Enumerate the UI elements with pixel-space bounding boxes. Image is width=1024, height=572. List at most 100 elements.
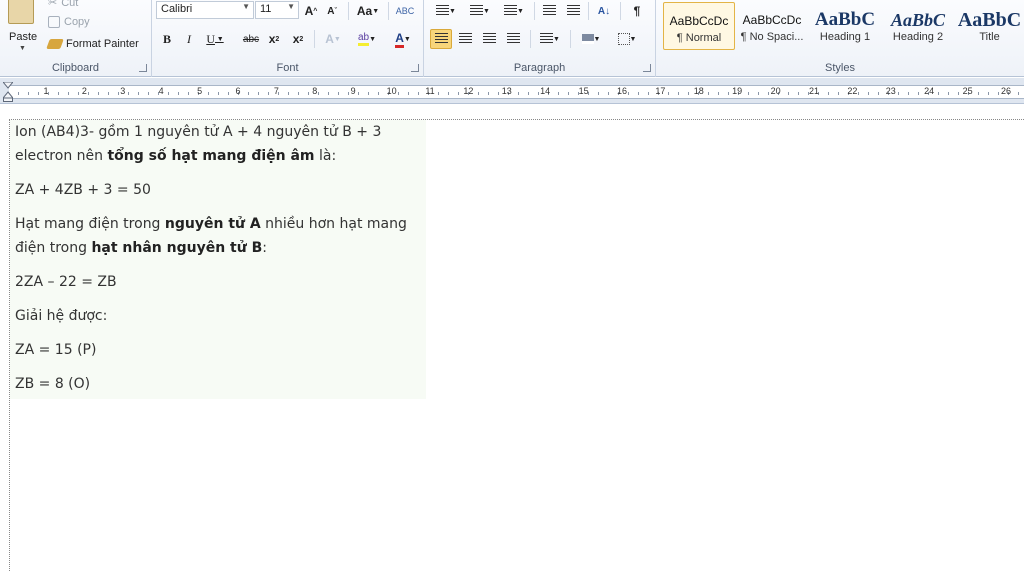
paragraph-launcher-icon[interactable] <box>643 64 651 72</box>
ruler-number: 12 <box>463 86 474 96</box>
paste-dropdown-icon[interactable]: ▼ <box>19 45 26 52</box>
font-launcher-icon[interactable] <box>411 64 419 72</box>
increase-indent-icon[interactable] <box>564 1 582 21</box>
cut-button[interactable]: ✂ Cut <box>48 0 78 9</box>
ruler-number: 24 <box>924 86 935 96</box>
align-right-icon[interactable] <box>478 29 500 49</box>
paste-button[interactable]: Paste <box>9 31 37 43</box>
ruler-number: 13 <box>501 86 512 96</box>
font-color-button[interactable]: A ▼ <box>388 29 418 49</box>
paragraph-6[interactable]: ZA = 15 (P) <box>15 338 421 362</box>
pilcrow-icon[interactable]: ¶ <box>628 1 646 21</box>
bullets-icon[interactable]: ▼ <box>432 1 460 21</box>
ruler-number: 23 <box>885 86 896 96</box>
ribbon: Paste ▼ ✂ Cut Copy Format Painter Clipbo… <box>0 0 1024 77</box>
change-case-button[interactable]: Aa ▼ <box>354 1 382 21</box>
line-spacing-icon[interactable]: ▼ <box>536 29 564 49</box>
style-preview: AaBbCcDc <box>742 13 802 27</box>
font-size-select[interactable]: 11 ▼ <box>255 1 299 19</box>
paragraph-7[interactable]: ZB = 8 (O) <box>15 372 421 396</box>
borders-icon[interactable]: ▼ <box>612 29 642 49</box>
strikethrough-icon[interactable]: abc <box>240 29 262 49</box>
ruler-number: 10 <box>386 86 397 96</box>
justify-icon[interactable] <box>502 29 524 49</box>
paragraph-5[interactable]: Giải hệ được: <box>15 304 421 328</box>
ruler-number: 9 <box>350 86 356 96</box>
font-family-select[interactable]: Calibri ▼ <box>156 1 254 19</box>
copy-button[interactable]: Copy <box>48 16 90 28</box>
ruler-number: 3 <box>120 86 126 96</box>
clipboard-group: Paste ▼ ✂ Cut Copy Format Painter Clipbo… <box>0 0 152 77</box>
indent-marker-icon[interactable] <box>3 82 13 102</box>
clipboard-group-label: Clipboard <box>51 62 100 74</box>
ruler-number: 18 <box>693 86 704 96</box>
style-normal[interactable]: AaBbCcDc ¶ Normal <box>663 2 735 50</box>
style-preview: AaBbC <box>814 9 876 30</box>
align-center-icon[interactable] <box>454 29 476 49</box>
styles-group-label: Styles <box>825 62 855 74</box>
ruler-number: 1 <box>43 86 49 96</box>
horizontal-ruler[interactable]: 1 2 3 4 5 6 7 8 9 10 11 12 13 14 15 16 17 18 19 20 21 22 23 24 2… <box>0 78 1024 104</box>
text-effects-icon[interactable]: A ▼ <box>320 29 346 49</box>
style-title[interactable]: AaBbC Title <box>955 2 1024 50</box>
chevron-down-icon: ▼ <box>287 2 295 11</box>
ruler-number: 15 <box>578 86 589 96</box>
style-heading-2[interactable]: AaBbC Heading 2 <box>882 2 954 50</box>
shrink-font-icon[interactable]: Aˇ <box>323 1 341 21</box>
style-preview: AaBbC <box>890 10 946 30</box>
ruler-number: 19 <box>732 86 743 96</box>
sort-icon[interactable]: A↓ <box>594 1 614 21</box>
clear-formatting-icon[interactable]: ABC <box>395 1 415 21</box>
bold-icon[interactable]: B <box>158 29 176 49</box>
chevron-down-icon: ▼ <box>242 2 250 11</box>
shading-icon[interactable]: ▼ <box>576 29 606 49</box>
italic-icon[interactable]: I <box>180 29 198 49</box>
format-painter-button[interactable]: Format Painter <box>46 38 139 50</box>
copy-icon <box>48 16 60 28</box>
numbering-icon[interactable]: ▼ <box>466 1 494 21</box>
paragraph-group-label: Paragraph <box>513 62 566 74</box>
paste-icon[interactable] <box>8 0 34 24</box>
style-preview: AaBbC <box>957 9 1022 31</box>
ruler-number: 14 <box>540 86 551 96</box>
ruler-number: 4 <box>158 86 164 96</box>
ruler-number: 7 <box>273 86 279 96</box>
multilevel-list-icon[interactable]: ▼ <box>500 1 528 21</box>
ruler-number: 11 <box>425 86 435 96</box>
style-preview: AaBbCcDc <box>669 14 729 28</box>
paragraph-3[interactable]: Hạt mang điện trong nguyên tử A nhiều hơ… <box>15 212 421 260</box>
paragraph-4[interactable]: 2ZA – 22 = ZB <box>15 270 421 294</box>
scissors-icon: ✂ <box>48 0 58 9</box>
style-name: Title <box>979 31 1000 43</box>
copy-label: Copy <box>64 16 90 28</box>
subscript-icon[interactable]: x2 <box>265 29 283 49</box>
superscript-icon[interactable]: x2 <box>289 29 307 49</box>
style-name: ¶ Normal <box>676 32 722 44</box>
bold-text-run: tổng số hạt mang điện âm <box>107 148 315 164</box>
style-heading-1[interactable]: AaBbC Heading 1 <box>809 2 881 50</box>
paragraph-group: ▼ ▼ ▼ A↓ ¶ ▼ ▼ ▼ Paragraph <box>424 0 656 77</box>
highlight-color-button[interactable]: ab ▼ <box>352 29 382 49</box>
text-run: : <box>262 240 267 256</box>
document-area[interactable]: Ion (AB4)3- gồm 1 nguyên tử A + 4 nguyên… <box>0 105 1024 572</box>
highlighter-icon: ab <box>357 32 370 46</box>
ruler-number: 26 <box>1000 86 1012 96</box>
ruler-number: 20 <box>770 86 781 96</box>
align-left-icon[interactable] <box>430 29 452 49</box>
underline-icon[interactable]: U ▼ <box>202 29 228 49</box>
style-no-spacing[interactable]: AaBbCcDc ¶ No Spaci... <box>736 2 808 50</box>
paragraph-1[interactable]: Ion (AB4)3- gồm 1 nguyên tử A + 4 nguyên… <box>15 120 421 168</box>
text-run: là: <box>314 148 337 164</box>
style-name: ¶ No Spaci... <box>740 31 804 43</box>
paragraph-2[interactable]: ZA + 4ZB + 3 = 50 <box>15 178 421 202</box>
document-body[interactable]: Ion (AB4)3- gồm 1 nguyên tử A + 4 nguyên… <box>10 120 426 399</box>
ruler-number: 6 <box>235 86 241 96</box>
decrease-indent-icon[interactable] <box>540 1 558 21</box>
bold-text-run: nguyên tử A <box>164 216 261 232</box>
ruler-number: 5 <box>197 86 203 96</box>
format-painter-icon <box>46 39 64 49</box>
grow-font-icon[interactable]: A ^ <box>302 1 320 21</box>
clipboard-launcher-icon[interactable] <box>139 64 147 72</box>
ruler-number: 2 <box>81 86 87 96</box>
cut-label: Cut <box>61 0 79 9</box>
